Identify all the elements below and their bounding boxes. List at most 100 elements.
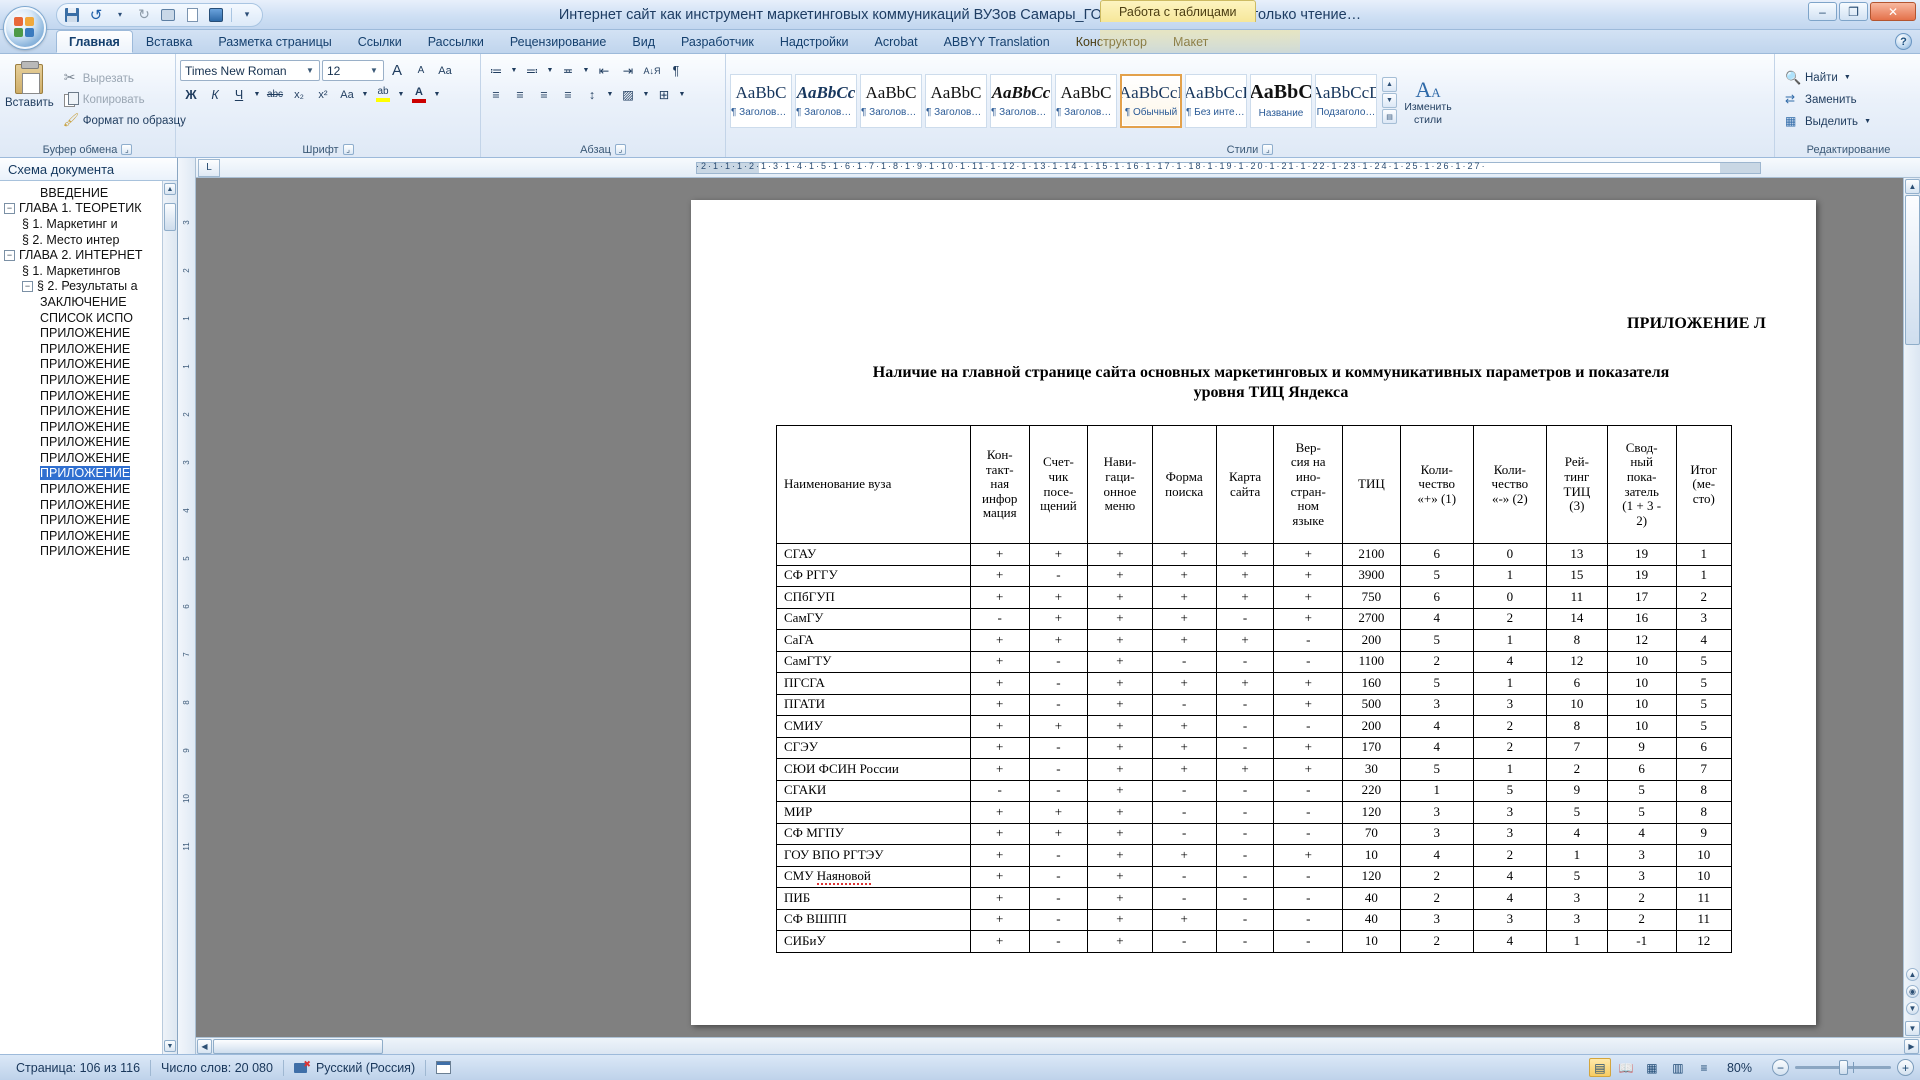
document-canvas[interactable]: ПРИЛОЖЕНИЕ Л Наличие на главной странице… (196, 178, 1920, 1037)
table-cell[interactable]: + (969, 887, 1030, 910)
table-cell[interactable]: + (1151, 564, 1217, 587)
table-cell[interactable]: 2 (1472, 607, 1547, 630)
find-button[interactable]: 🔍 Найти ▼ (1781, 67, 1916, 88)
table-cell[interactable]: 4 (1606, 822, 1677, 845)
table-cell[interactable]: 1 (1545, 844, 1608, 867)
table-cell[interactable]: + (969, 758, 1030, 781)
table-cell[interactable]: 4 (1472, 865, 1547, 888)
table-cell[interactable]: 1 (1472, 672, 1547, 695)
table-cell[interactable]: 17 (1606, 586, 1677, 609)
table-cell[interactable]: - (1215, 736, 1275, 759)
table-cell[interactable]: 5 (1472, 779, 1547, 802)
table-cell-university-name[interactable]: ПГАТИ (776, 693, 971, 716)
document-map-item[interactable]: − ГЛАВА 2. ИНТЕРНЕТ (0, 247, 177, 263)
multilevel-list-button[interactable]: ≖ (557, 60, 579, 81)
scroll-thumb[interactable] (1905, 195, 1920, 345)
grow-font-button[interactable]: A (386, 60, 408, 81)
table-cell[interactable]: - (1028, 758, 1089, 781)
show-formatting-marks-button[interactable]: ¶ (665, 60, 687, 81)
table-cell[interactable]: + (1087, 758, 1153, 781)
table-cell[interactable]: 120 (1342, 865, 1401, 888)
table-cell-university-name[interactable]: СМИУ (776, 715, 971, 738)
table-cell[interactable]: 40 (1342, 908, 1401, 931)
table-cell[interactable]: - (1215, 607, 1275, 630)
table-cell[interactable]: 11 (1545, 586, 1608, 609)
table-cell[interactable]: 220 (1342, 779, 1401, 802)
table-cell[interactable]: 10 (1606, 650, 1677, 673)
table-cell[interactable]: - (1215, 844, 1275, 867)
justify-button[interactable]: ≡ (557, 84, 579, 105)
zoom-track[interactable] (1795, 1060, 1891, 1075)
style-item[interactable]: AaBbCcI ¶ Без интер… (1185, 73, 1247, 128)
table-cell[interactable]: + (1273, 844, 1344, 867)
table-cell[interactable]: - (1215, 822, 1275, 845)
table-cell[interactable]: - (1215, 908, 1275, 931)
table-cell-university-name[interactable]: СИБиУ (776, 930, 971, 953)
table-cell[interactable]: + (1151, 736, 1217, 759)
cut-button[interactable]: Вырезать (59, 68, 192, 89)
table-cell[interactable]: - (1215, 779, 1275, 802)
table-cell[interactable]: - (1028, 908, 1089, 931)
tab-ssylki[interactable]: Ссылки (345, 30, 415, 53)
table-cell[interactable]: 11 (1675, 887, 1733, 910)
table-cell[interactable]: - (1215, 650, 1275, 673)
table-cell-university-name[interactable]: СМУ Наяновой (776, 865, 971, 888)
table-cell-university-name[interactable]: СГАКИ (776, 779, 971, 802)
table-cell[interactable]: 40 (1342, 887, 1401, 910)
table-cell-university-name[interactable]: ГОУ ВПО РГТЭУ (776, 844, 971, 867)
table-cell[interactable]: + (1151, 672, 1217, 695)
table-row[interactable]: СМУ Наяновой + - + - - -120 2 4 5 3 10 (776, 865, 1733, 888)
collapse-icon[interactable]: − (4, 202, 15, 214)
table-cell[interactable]: + (1273, 758, 1344, 781)
table-row[interactable]: ГОУ ВПО РГТЭУ + - + + - +10 4 2 1 3 10 (776, 844, 1733, 867)
table-cell[interactable]: -1 (1606, 930, 1677, 953)
view-full-screen-reading-button[interactable]: 📖 (1615, 1058, 1637, 1077)
table-cell[interactable]: - (1151, 650, 1217, 673)
font-color-dropdown[interactable]: ▼ (432, 84, 442, 105)
language-indicator[interactable]: Русский (Россия) (284, 1059, 425, 1075)
table-cell[interactable]: + (1087, 650, 1153, 673)
document-map-item[interactable]: − § 2. Результаты а (0, 279, 177, 295)
table-row[interactable]: СФ РГГУ + - + + + +3900 5 1 15 19 1 (776, 564, 1733, 587)
table-row[interactable]: ПИБ + - + - - -40 2 4 3 2 11 (776, 887, 1733, 910)
line-spacing-button[interactable]: ↕ (581, 84, 603, 105)
table-cell[interactable]: - (1273, 887, 1344, 910)
table-cell[interactable]: + (969, 650, 1030, 673)
close-button[interactable]: ✕ (1870, 2, 1916, 21)
table-cell[interactable]: 13 (1545, 543, 1608, 566)
table-cell[interactable]: + (969, 715, 1030, 738)
document-map-item[interactable]: ПРИЛОЖЕНИЕ (0, 481, 177, 497)
scroll-thumb[interactable] (164, 203, 176, 231)
table-cell-university-name[interactable]: СамГТУ (776, 650, 971, 673)
table-cell[interactable]: + (1087, 629, 1153, 652)
table-cell[interactable]: 9 (1606, 736, 1677, 759)
table-cell[interactable]: 120 (1342, 801, 1401, 824)
view-outline-button[interactable]: ▥ (1667, 1058, 1689, 1077)
help-button[interactable]: ? (1895, 33, 1912, 50)
font-size-combo[interactable]: 12 ▼ (322, 60, 384, 81)
table-cell[interactable]: 200 (1342, 629, 1401, 652)
table-cell[interactable]: + (1028, 801, 1089, 824)
table-cell[interactable]: 170 (1342, 736, 1401, 759)
table-cell[interactable]: 3 (1399, 908, 1474, 931)
document-map-item[interactable]: ПРИЛОЖЕНИЕ (0, 544, 177, 560)
table-cell[interactable]: + (1087, 607, 1153, 630)
table-cell[interactable]: 16 (1606, 607, 1677, 630)
document-map-item[interactable]: ПРИЛОЖЕНИЕ (0, 325, 177, 341)
table-cell[interactable]: - (1151, 822, 1217, 845)
macro-recording-button[interactable] (426, 1061, 461, 1074)
table-cell[interactable]: + (1087, 779, 1153, 802)
paste-button[interactable]: Вставить (4, 57, 55, 142)
table-cell[interactable]: 3 (1399, 801, 1474, 824)
table-cell[interactable]: - (1273, 908, 1344, 931)
table-cell[interactable]: 11 (1675, 908, 1733, 931)
table-cell[interactable]: 5 (1399, 672, 1474, 695)
table-cell[interactable]: 1 (1545, 930, 1608, 953)
table-row[interactable]: СПбГУП + + + + + +750 6 0 11 17 2 (776, 586, 1733, 609)
office-button[interactable] (4, 7, 46, 49)
table-cell[interactable]: 30 (1342, 758, 1401, 781)
table-cell[interactable]: 19 (1606, 543, 1677, 566)
table-cell[interactable]: + (969, 693, 1030, 716)
table-cell[interactable]: 5 (1399, 758, 1474, 781)
table-cell[interactable]: - (1028, 672, 1089, 695)
